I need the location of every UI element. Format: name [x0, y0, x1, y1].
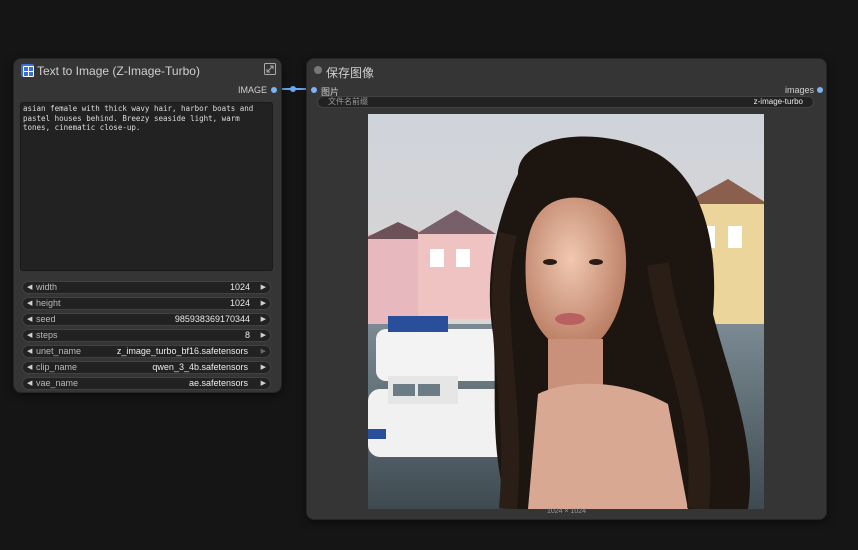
widget-label: height: [36, 298, 61, 308]
node-status-dot-icon: [314, 66, 322, 74]
filename-prefix-label: 文件名前缀: [328, 97, 368, 106]
widget-label: clip_name: [36, 362, 78, 372]
decrement-arrow-icon[interactable]: ◀: [27, 347, 32, 355]
decrement-arrow-icon[interactable]: ◀: [27, 331, 32, 339]
increment-arrow-icon[interactable]: ▶: [261, 315, 266, 323]
filename-prefix-value: z-image-turbo: [753, 97, 803, 106]
steps-widget[interactable]: ◀ steps 8 ▶: [22, 329, 271, 342]
widget-label: steps: [36, 330, 58, 340]
filename-prefix-field[interactable]: 文件名前缀 z-image-turbo: [317, 96, 814, 108]
height-widget[interactable]: ◀ height 1024 ▶: [22, 297, 271, 310]
output-slot-image[interactable]: [271, 87, 277, 93]
node-title-bar[interactable]: 保存图像: [307, 59, 826, 81]
save-image-node[interactable]: 保存图像 图片 images 文件名前缀 z-image-turbo 1024 …: [306, 58, 827, 520]
decrement-arrow-icon[interactable]: ◀: [27, 299, 32, 307]
increment-arrow-icon[interactable]: ▶: [261, 363, 266, 371]
decrement-arrow-icon[interactable]: ◀: [27, 363, 32, 371]
widget-value: 1024: [229, 298, 250, 308]
increment-arrow-icon[interactable]: ▶: [261, 331, 266, 339]
decrement-arrow-icon[interactable]: ◀: [27, 315, 32, 323]
expand-icon[interactable]: [264, 63, 276, 75]
widget-value: qwen_3_4b.safetensors: [152, 362, 248, 372]
increment-arrow-icon[interactable]: ▶: [261, 347, 266, 355]
output-slot-images[interactable]: [817, 87, 823, 93]
increment-arrow-icon[interactable]: ▶: [261, 283, 266, 291]
vae-name-widget[interactable]: ◀ vae_name ae.safetensors ▶: [22, 377, 271, 390]
widget-value: ae.safetensors: [188, 378, 248, 388]
app-logo-icon: [21, 64, 34, 77]
widget-label: width: [36, 282, 58, 292]
increment-arrow-icon[interactable]: ▶: [261, 299, 266, 307]
seed-widget[interactable]: ◀ seed 985938369170344 ▶: [22, 313, 271, 326]
input-slot-images[interactable]: [311, 87, 317, 93]
increment-arrow-icon[interactable]: ▶: [261, 379, 266, 387]
node-title: Text to Image (Z-Image-Turbo): [37, 64, 200, 78]
node-title: 保存图像: [326, 66, 375, 80]
text-to-image-node[interactable]: Text to Image (Z-Image-Turbo) IMAGE asia…: [13, 58, 282, 393]
widget-value: 985938369170344: [174, 314, 250, 324]
widget-value: 8: [244, 330, 250, 340]
widget-label: seed: [36, 314, 56, 324]
width-widget[interactable]: ◀ width 1024 ▶: [22, 281, 271, 294]
widget-label: vae_name: [36, 378, 79, 388]
widget-label: unet_name: [36, 346, 82, 356]
prompt-textarea[interactable]: asian female with thick wavy hair, harbo…: [20, 102, 273, 271]
image-preview[interactable]: [368, 114, 764, 509]
node-title-bar[interactable]: Text to Image (Z-Image-Turbo): [14, 59, 281, 81]
output-label-images: images: [784, 85, 814, 95]
clip-name-widget[interactable]: ◀ clip_name qwen_3_4b.safetensors ▶: [22, 361, 271, 374]
generated-portrait-image: [368, 114, 764, 509]
output-label-image: IMAGE: [237, 85, 267, 95]
widget-value: 1024: [229, 282, 250, 292]
widget-value: z_image_turbo_bf16.safetensors: [116, 346, 248, 356]
decrement-arrow-icon[interactable]: ◀: [27, 283, 32, 291]
decrement-arrow-icon[interactable]: ◀: [27, 379, 32, 387]
image-dimensions-label: 1024 × 1024: [546, 508, 587, 515]
unet-name-widget[interactable]: ◀ unet_name z_image_turbo_bf16.safetenso…: [22, 345, 271, 358]
